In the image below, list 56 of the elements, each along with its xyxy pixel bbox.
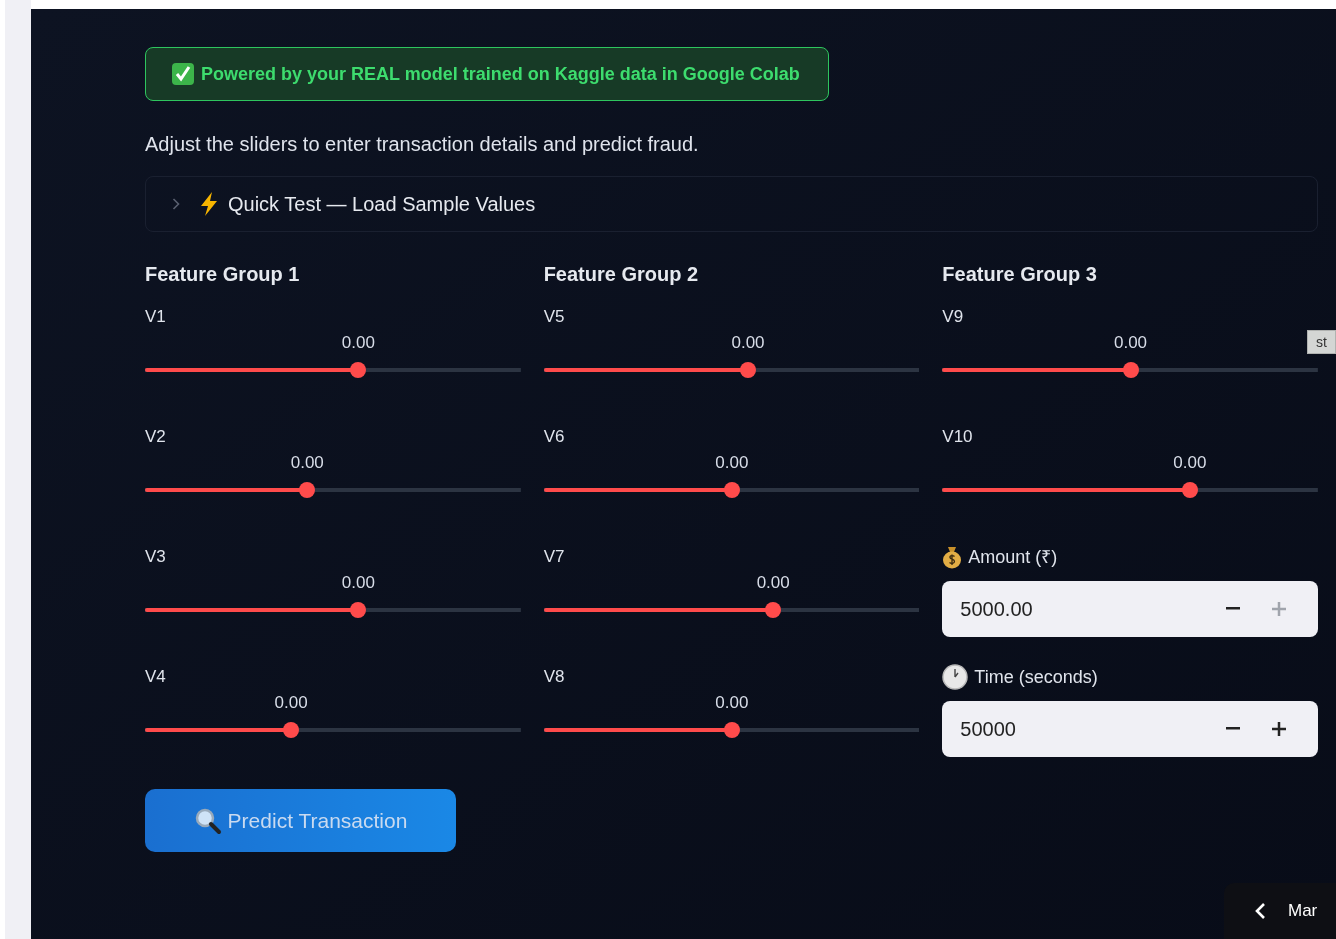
input-value: 50000	[960, 717, 1017, 742]
number-input[interactable]: 5000.00	[942, 581, 1318, 637]
panel-label: Mar	[1288, 900, 1318, 923]
slider-value: 0.00	[290, 452, 324, 474]
slider-label: V7	[543, 546, 566, 568]
slider-value: 0.00	[756, 572, 790, 594]
field-label: Amount (₹)	[968, 545, 1058, 569]
expander-label: Quick Test — Load Sample Values	[228, 192, 536, 217]
minus-icon	[1226, 727, 1240, 731]
banner-text: Powered by your REAL model trained on Kaggle data in Google Colab	[201, 62, 800, 86]
money-bag-icon	[942, 545, 963, 569]
slider-value: 0.00	[341, 572, 375, 594]
slider-value: 0.00	[274, 692, 308, 714]
slider-thumb[interactable]	[1122, 362, 1139, 378]
slider-label: V3	[145, 546, 167, 568]
slider-label: V1	[145, 306, 167, 328]
chevron-left-icon[interactable]	[1254, 902, 1266, 920]
intro-text: Adjust the sliders to enter transaction details and predict fraud.	[145, 132, 700, 157]
slider-label: V10	[942, 426, 974, 448]
slider-label: V2	[145, 426, 167, 448]
slider-thumb[interactable]	[723, 482, 740, 498]
slider-value: 0.00	[715, 452, 749, 474]
slider-value: 0.00	[1114, 332, 1148, 354]
slider-thumb[interactable]	[1181, 482, 1198, 498]
search-icon	[193, 806, 222, 835]
input-value: 5000.00	[960, 597, 1034, 622]
check-icon	[171, 62, 195, 86]
group-heading: Feature Group 1	[145, 262, 301, 287]
slider-value: 0.00	[731, 332, 765, 354]
group-heading: Feature Group 3	[942, 262, 1098, 287]
lightning-icon	[198, 191, 220, 217]
slider-value: 0.00	[341, 332, 375, 354]
plus-icon	[1272, 722, 1286, 736]
slider-thumb[interactable]	[350, 602, 367, 618]
slider-value: 0.00	[1173, 452, 1207, 474]
slider-value: 0.00	[715, 692, 749, 714]
number-input[interactable]: 50000	[942, 701, 1318, 757]
chevron-icon	[172, 198, 180, 210]
slider-thumb[interactable]	[299, 482, 316, 498]
clock-icon	[942, 664, 969, 690]
group-heading: Feature Group 2	[543, 262, 700, 287]
slider-thumb[interactable]	[740, 362, 756, 378]
slider-thumb[interactable]	[765, 602, 782, 618]
plus-icon	[1272, 602, 1286, 616]
minus-icon	[1226, 607, 1240, 611]
slider-label: V9	[942, 306, 965, 328]
slider-thumb[interactable]	[283, 722, 300, 738]
slider-label: V5	[543, 306, 566, 328]
slider-thumb[interactable]	[350, 362, 367, 378]
tooltip: st	[1307, 330, 1336, 354]
slider-label: V6	[543, 426, 566, 448]
slider-label: V4	[145, 666, 167, 688]
slider-thumb[interactable]	[723, 722, 740, 738]
slider-label: V8	[543, 666, 566, 688]
field-label: Time (seconds)	[974, 665, 1098, 689]
quick-test-expander[interactable]: Quick Test — Load Sample Values	[145, 176, 1318, 232]
